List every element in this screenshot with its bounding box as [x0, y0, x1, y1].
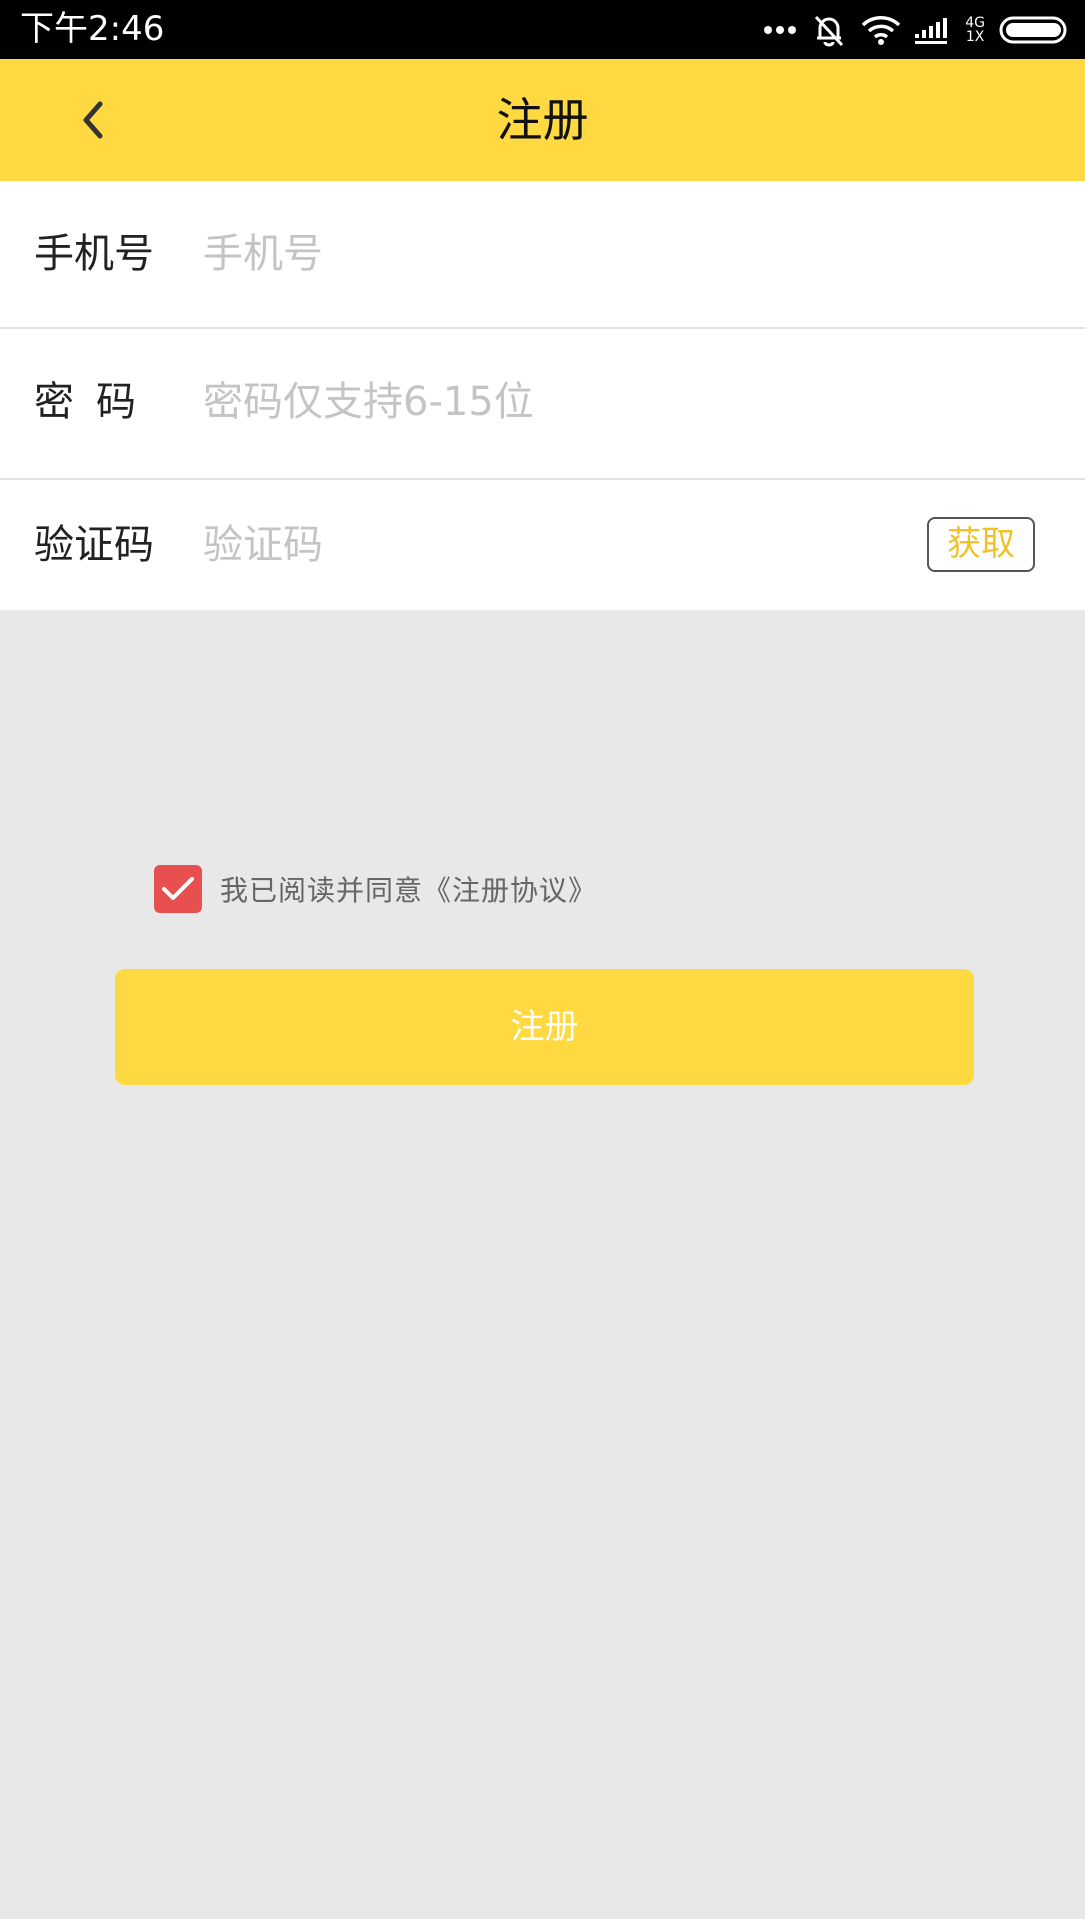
code-row: 验证码 获取 — [0, 480, 1085, 610]
password-label: 密码 — [34, 379, 158, 425]
status-time: 下午2:46 — [20, 9, 165, 49]
phone-row: 手机号 — [0, 181, 1085, 327]
battery-icon — [999, 16, 1067, 43]
code-label: 验证码 — [34, 522, 154, 568]
chevron-left-icon — [83, 101, 103, 139]
network-1x: 1X — [965, 28, 985, 45]
signal-icon — [915, 17, 948, 44]
checkmark-icon — [162, 877, 194, 900]
password-row: 密码 — [0, 329, 1085, 478]
register-form: 手机号 密码 验证码 获取 — [0, 181, 1085, 610]
app-header: 注册 — [0, 59, 1085, 181]
agreement-checkbox[interactable] — [154, 865, 202, 913]
register-screen: 下午2:46 4G 1X 注册 手机号 手机号 密码 验证码 验证码 获取 我已… — [0, 0, 1085, 1919]
network-type: 4G 1X — [965, 16, 985, 44]
network-4g: 4G — [965, 14, 985, 31]
code-input[interactable] — [203, 520, 883, 570]
more-dots-icon — [764, 25, 797, 34]
register-button[interactable]: 注册 — [115, 969, 974, 1085]
status-bar: 下午2:46 4G 1X — [0, 0, 1085, 59]
password-input[interactable] — [203, 377, 903, 427]
agreement: 我已阅读并同意《注册协议》 — [154, 865, 597, 913]
get-code-button[interactable]: 获取 — [927, 517, 1035, 572]
page-title: 注册 — [496, 93, 589, 147]
phone-label: 手机号 — [34, 231, 154, 277]
phone-input[interactable] — [203, 229, 903, 279]
mute-bell-icon — [815, 15, 844, 46]
status-icons: 4G 1X — [763, 0, 1071, 59]
back-button[interactable] — [60, 87, 126, 153]
wifi-icon — [862, 15, 901, 45]
agreement-text[interactable]: 我已阅读并同意《注册协议》 — [220, 869, 597, 909]
